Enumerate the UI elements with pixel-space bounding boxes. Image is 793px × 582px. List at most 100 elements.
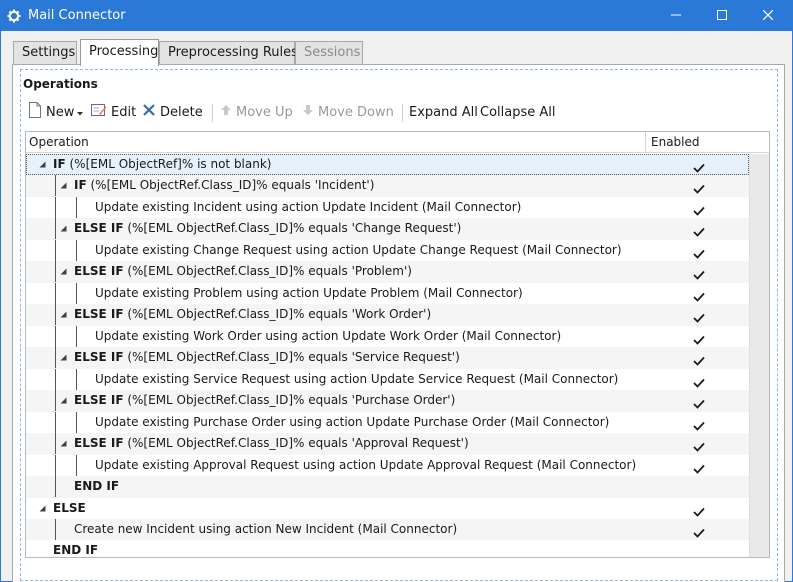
new-label: New — [46, 104, 75, 120]
tab-settings[interactable]: Settings — [13, 41, 77, 65]
enabled-check-icon[interactable] — [693, 524, 705, 538]
enabled-check-icon[interactable] — [693, 503, 705, 517]
tree-row[interactable]: END IF — [26, 476, 749, 498]
enabled-check-icon[interactable] — [693, 352, 705, 367]
tree-row[interactable]: IF (%[EML ObjectRef]% is not blank) — [26, 154, 749, 176]
enabled-check-icon[interactable] — [693, 417, 705, 431]
tree-guide-line — [76, 368, 77, 390]
tree-row[interactable]: ELSE IF (%[EML ObjectRef.Class_ID]% equa… — [26, 261, 749, 283]
move-up-button: Move Up — [220, 102, 293, 122]
collapse-triangle-icon[interactable] — [57, 390, 69, 411]
enabled-check-icon[interactable] — [693, 180, 705, 195]
mail-connector-window: Mail Connector Settings Processing Prepr… — [0, 0, 793, 582]
tree-row[interactable]: ELSE IF (%[EML ObjectRef.Class_ID]% equa… — [26, 347, 749, 369]
operation-text: Update existing Incident using action Up… — [95, 197, 521, 218]
tree-row[interactable]: ELSE IF (%[EML ObjectRef.Class_ID]% equa… — [26, 218, 749, 240]
operation-keyword: END IF — [53, 543, 99, 558]
operation-keyword: ELSE IF — [74, 393, 124, 408]
close-button[interactable] — [745, 1, 791, 31]
tree-row[interactable]: Update existing Service Request using ac… — [26, 368, 749, 390]
operation-keyword: ELSE IF — [74, 350, 124, 365]
tree-row[interactable]: Update existing Change Request using act… — [26, 239, 749, 261]
tree-rows: IF (%[EML ObjectRef]% is not blank) IF (%… — [26, 154, 749, 558]
collapse-triangle-icon[interactable] — [57, 347, 69, 368]
vertical-scrollbar[interactable] — [749, 154, 769, 557]
operation-text: IF (%[EML ObjectRef.Class_ID]% equals 'I… — [74, 175, 374, 196]
delete-button[interactable]: Delete — [142, 102, 203, 122]
collapse-triangle-icon[interactable] — [57, 433, 69, 454]
move-up-label: Move Up — [236, 104, 293, 120]
tree-guide-line — [55, 261, 56, 283]
collapse-triangle-icon[interactable] — [57, 261, 69, 282]
enabled-check-icon[interactable] — [693, 460, 705, 474]
enabled-check-icon[interactable] — [693, 159, 705, 173]
column-header-enabled[interactable]: Enabled — [651, 135, 700, 149]
column-header-operation[interactable]: Operation — [29, 135, 89, 149]
enabled-check-icon[interactable] — [693, 223, 705, 238]
arrow-up-icon — [220, 104, 236, 120]
tab-preprocessing-rules[interactable]: Preprocessing Rules — [159, 41, 298, 65]
maximize-button[interactable] — [699, 1, 745, 31]
operation-text: ELSE IF (%[EML ObjectRef.Class_ID]% equa… — [74, 218, 461, 239]
new-button[interactable]: New — [28, 102, 87, 122]
tree-row[interactable]: Update existing Work Order using action … — [26, 325, 749, 347]
tree-guide-line — [55, 390, 56, 412]
collapse-all-button[interactable]: Collapse All — [480, 102, 556, 122]
enabled-check-icon[interactable] — [693, 202, 705, 216]
operation-keyword: IF — [53, 157, 66, 171]
tree-guide-line — [55, 282, 56, 304]
tree-row[interactable]: Create new Incident using action New Inc… — [26, 518, 749, 541]
tree-guide-line — [55, 476, 56, 498]
tree-guide-line — [55, 175, 56, 197]
move-down-button: Move Down — [302, 102, 394, 122]
collapse-triangle-icon[interactable] — [57, 175, 69, 196]
collapse-triangle-icon[interactable] — [36, 154, 48, 175]
tree-guide-line — [76, 282, 77, 304]
collapse-triangle-icon[interactable] — [36, 498, 48, 519]
enabled-check-icon[interactable] — [693, 395, 705, 409]
enabled-check-icon[interactable] — [693, 374, 705, 388]
operation-text: ELSE — [53, 498, 86, 519]
minimize-button[interactable] — [653, 1, 699, 31]
edit-icon — [91, 103, 111, 121]
collapse-triangle-icon[interactable] — [57, 304, 69, 325]
tab-sessions: Sessions — [295, 41, 363, 65]
enabled-check-icon[interactable] — [693, 245, 705, 259]
delete-label: Delete — [160, 104, 203, 120]
tree-row[interactable]: END IF — [26, 540, 749, 558]
enabled-check-icon[interactable] — [693, 309, 705, 324]
tab-processing[interactable]: Processing — [80, 39, 159, 66]
operation-condition: (%[EML ObjectRef]% is not blank) — [65, 157, 272, 171]
enabled-check-icon[interactable] — [693, 331, 705, 345]
operation-text: IF (%[EML ObjectRef]% is not blank) — [53, 154, 271, 175]
tree-guide-line — [55, 433, 56, 455]
collapse-triangle-icon[interactable] — [57, 218, 69, 239]
operation-text: END IF — [74, 476, 119, 497]
enabled-check-icon[interactable] — [693, 266, 705, 281]
operation-condition: Update existing Service Request using ac… — [95, 371, 619, 386]
tree-guide-line — [76, 454, 77, 476]
operations-tree-grid[interactable]: Operation Enabled IF (%[EML ObjectRef]% … — [25, 131, 770, 558]
tree-row[interactable]: ELSE IF (%[EML ObjectRef.Class_ID]% equa… — [26, 304, 749, 326]
tree-row[interactable]: Update existing Incident using action Up… — [26, 196, 749, 218]
tree-row[interactable]: Update existing Purchase Order using act… — [26, 411, 749, 433]
tree-row[interactable]: Update existing Problem using action Upd… — [26, 282, 749, 304]
edit-button[interactable]: Edit — [91, 102, 136, 122]
processing-panel: Operations New Edit Delete Move Up Move … — [12, 64, 785, 582]
tree-row[interactable]: IF (%[EML ObjectRef.Class_ID]% equals 'I… — [26, 175, 749, 197]
operation-condition: (%[EML ObjectRef.Class_ID]% equals 'Inci… — [86, 178, 375, 193]
tree-row[interactable]: Update existing Approval Request using a… — [26, 454, 749, 476]
arrow-down-icon — [302, 104, 318, 120]
tree-row[interactable]: ELSE IF (%[EML ObjectRef.Class_ID]% equa… — [26, 390, 749, 412]
title-bar[interactable]: Mail Connector — [1, 1, 792, 31]
tree-guide-line — [55, 347, 56, 369]
tree-row[interactable]: ELSE IF (%[EML ObjectRef.Class_ID]% equa… — [26, 433, 749, 455]
operation-text: Update existing Approval Request using a… — [95, 455, 636, 476]
tree-row[interactable]: ELSE — [26, 498, 749, 519]
expand-all-button[interactable]: Expand All — [409, 102, 478, 122]
enabled-check-icon[interactable] — [693, 438, 705, 452]
enabled-check-icon[interactable] — [693, 288, 705, 302]
operation-text: Update existing Problem using action Upd… — [95, 283, 523, 304]
tree-guide-line — [55, 218, 56, 240]
tree-guide-line — [55, 196, 56, 218]
